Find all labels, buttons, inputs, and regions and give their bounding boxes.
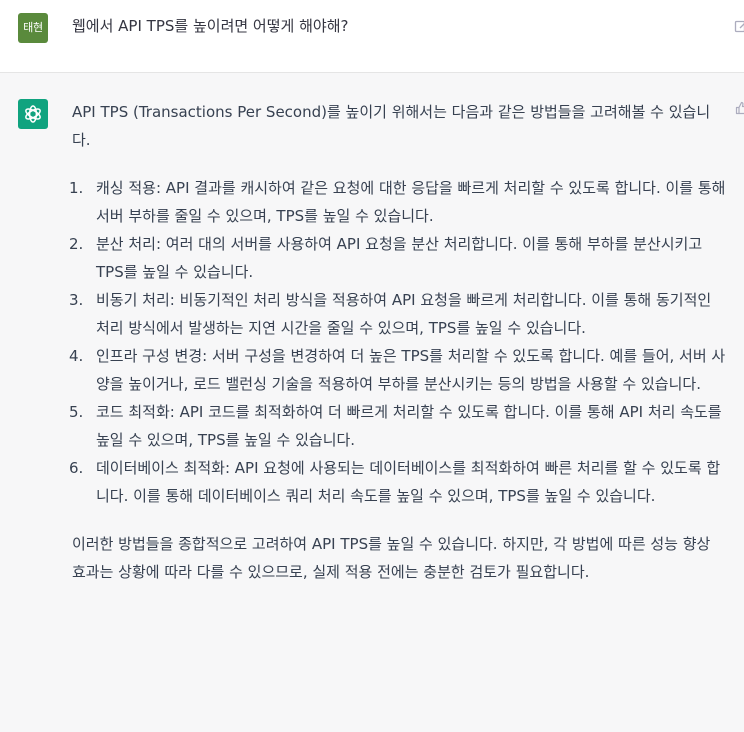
assistant-message-content: API TPS (Transactions Per Second)를 높이기 위… (69, 98, 728, 586)
list-item-text: 인프라 구성 변경: 서버 구성을 변경하여 더 높은 TPS를 처리할 수 있… (96, 347, 726, 393)
assistant-intro: API TPS (Transactions Per Second)를 높이기 위… (72, 103, 711, 149)
list-item-text: 코드 최적화: API 코드를 최적화하여 더 빠르게 처리할 수 있도록 합니… (96, 403, 722, 449)
list-item-number: 4. (69, 347, 84, 365)
list-item-number: 6. (69, 459, 84, 477)
assistant-conclusion: 이러한 방법들을 종합적으로 고려하여 API TPS를 높일 수 있습니다. … (72, 535, 711, 581)
list-item-number: 3. (69, 291, 84, 309)
assistant-message-row: API TPS (Transactions Per Second)를 높이기 위… (0, 73, 744, 732)
user-message-text: 웹에서 API TPS를 높이려면 어떻게 해야해? (72, 17, 349, 35)
openai-logo-icon (25, 105, 41, 123)
edit-icon[interactable] (734, 19, 744, 33)
list-item-text: 캐싱 적용: API 결과를 캐시하여 같은 요청에 대한 응답을 빠르게 처리… (96, 179, 726, 225)
list-item-text: 비동기 처리: 비동기적인 처리 방식을 적용하여 API 요청을 빠르게 처리… (96, 291, 712, 337)
methods-list: 1. 캐싱 적용: API 결과를 캐시하여 같은 요청에 대한 응답을 빠르게 … (69, 174, 728, 510)
list-item-number: 2. (69, 235, 84, 253)
user-message-row: 태현 웹에서 API TPS를 높이려면 어떻게 해야해? (0, 0, 744, 73)
list-item: 2. 분산 처리: 여러 대의 서버를 사용하여 API 요청을 분산 처리합니다… (69, 230, 728, 286)
user-avatar: 태현 (18, 13, 48, 43)
list-item: 3. 비동기 처리: 비동기적인 처리 방식을 적용하여 API 요청을 빠르게 … (69, 286, 728, 342)
thumbs-up-icon[interactable] (735, 101, 744, 115)
list-item-number: 5. (69, 403, 84, 421)
list-item-number: 1. (69, 179, 84, 197)
list-item: 1. 캐싱 적용: API 결과를 캐시하여 같은 요청에 대한 응답을 빠르게 … (69, 174, 728, 230)
list-item: 4. 인프라 구성 변경: 서버 구성을 변경하여 더 높은 TPS를 처리할 수… (69, 342, 728, 398)
assistant-avatar (18, 99, 48, 129)
list-item-text: 분산 처리: 여러 대의 서버를 사용하여 API 요청을 분산 처리합니다. … (96, 235, 703, 281)
list-item-text: 데이터베이스 최적화: API 요청에 사용되는 데이터베이스를 최적화하여 빠… (96, 459, 721, 505)
list-item: 5. 코드 최적화: API 코드를 최적화하여 더 빠르게 처리할 수 있도록 … (69, 398, 728, 454)
list-item: 6. 데이터베이스 최적화: API 요청에 사용되는 데이터베이스를 최적화하여… (69, 454, 728, 510)
